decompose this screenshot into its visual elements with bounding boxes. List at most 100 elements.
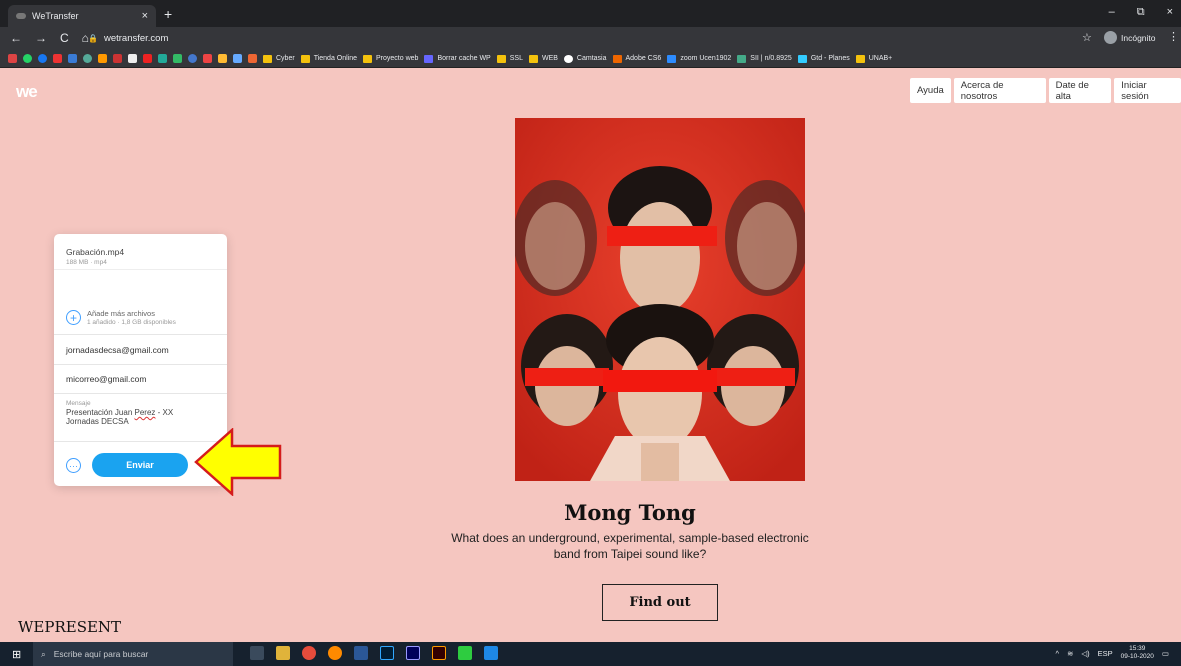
feature-subtitle: What does an underground, experimental, … — [451, 531, 809, 561]
notifications-icon[interactable]: ▭ — [1162, 649, 1169, 658]
illustrator-icon[interactable] — [432, 646, 446, 660]
camtasia-icon[interactable] — [458, 646, 472, 660]
new-tab-button[interactable]: + — [164, 6, 172, 22]
bookmark-item[interactable]: Cyber — [263, 54, 295, 63]
email-from-value: micorreo@gmail.com — [66, 374, 147, 384]
find-out-button[interactable]: Find out — [602, 584, 718, 621]
firefox-icon[interactable] — [328, 646, 342, 660]
bookmark-item[interactable]: Proyecto web — [363, 54, 418, 63]
photoshop-icon[interactable] — [380, 646, 394, 660]
tab-title: WeTransfer — [32, 11, 79, 21]
app-shortcut-icon[interactable] — [128, 54, 137, 63]
app-shortcut-icon[interactable] — [158, 54, 167, 63]
language-indicator[interactable]: ESP — [1098, 649, 1113, 658]
app-icon[interactable] — [484, 646, 498, 660]
wetransfer-logo[interactable]: we — [16, 82, 38, 102]
wetransfer-favicon-icon — [16, 13, 26, 19]
bookmark-item[interactable]: zoom Ucen1902 — [667, 54, 731, 63]
close-window-icon[interactable]: × — [1167, 6, 1173, 19]
file-explorer-icon[interactable] — [276, 646, 290, 660]
after-effects-icon[interactable] — [406, 646, 420, 660]
lock-icon: 🔒 — [88, 34, 98, 43]
app-shortcut-icon[interactable] — [248, 54, 257, 63]
add-files-button[interactable]: + Añade más archivos 1 añadido · 1,8 GB … — [66, 309, 176, 326]
email-to-field[interactable]: jornadasdecsa@gmail.com — [54, 334, 227, 364]
bookmark-item[interactable]: UNAB+ — [855, 54, 892, 63]
gmail-icon[interactable] — [8, 54, 17, 63]
divider — [54, 269, 227, 270]
app-shortcut-icon[interactable] — [188, 54, 197, 63]
system-tray: ^ ≋ ◁) ESP 15:39 09-10-2020 ▭ — [1056, 645, 1169, 661]
bookmark-icon — [667, 54, 677, 63]
folder-icon — [363, 54, 373, 63]
taskbar-apps — [250, 646, 498, 660]
bookmark-icon — [563, 54, 573, 63]
bookmark-item[interactable]: Tienda Online — [300, 54, 357, 63]
more-options-icon[interactable]: ··· — [66, 458, 81, 473]
facebook-icon[interactable] — [38, 54, 47, 63]
youtube-icon[interactable] — [53, 54, 62, 63]
reload-icon[interactable]: C — [60, 31, 69, 45]
bookmark-icon — [424, 54, 434, 63]
taskbar-search-input[interactable]: ⌕ Escribe aquí para buscar — [33, 642, 233, 666]
word-icon[interactable] — [354, 646, 368, 660]
file-meta: 188 MB · mp4 — [66, 259, 107, 266]
wepresent-logo[interactable]: WEPRESENT — [18, 618, 121, 636]
window-controls: – ⧉ × — [1109, 6, 1173, 19]
tray-chevron-icon[interactable]: ^ — [1056, 649, 1060, 658]
folder-icon — [528, 54, 538, 63]
bookmarks-bar: Cyber Tienda Online Proyecto web Borrar … — [0, 50, 1181, 68]
tab-close-icon[interactable]: × — [142, 10, 148, 22]
incognito-profile[interactable]: Incógnito — [1104, 31, 1156, 44]
url-input[interactable]: 🔒 wetransfer.com — [88, 30, 1083, 47]
add-files-meta: 1 añadido · 1,8 GB disponibles — [87, 319, 176, 326]
taskbar-clock[interactable]: 15:39 09-10-2020 — [1121, 645, 1154, 661]
browser-tab[interactable]: WeTransfer × — [8, 5, 156, 27]
whatsapp-icon[interactable] — [23, 54, 32, 63]
network-icon[interactable]: ≋ — [1067, 649, 1073, 658]
bookmark-item[interactable]: SSL — [496, 54, 523, 63]
app-shortcut-icon[interactable] — [113, 54, 122, 63]
nav-signup[interactable]: Date de alta — [1048, 78, 1112, 103]
volume-icon[interactable]: ◁) — [1081, 649, 1089, 658]
bookmark-item[interactable]: Borrar cache WP — [424, 54, 491, 63]
bookmark-item[interactable]: Adobe CS6 — [612, 54, 661, 63]
browser-menu-icon[interactable]: ⋮ — [1168, 30, 1179, 43]
bookmark-item[interactable]: WEB — [528, 54, 558, 63]
app-shortcut-icon[interactable] — [233, 54, 242, 63]
nav-about[interactable]: Acerca de nosotros — [953, 78, 1046, 103]
clock-date: 09-10-2020 — [1120, 653, 1154, 660]
bookmark-item[interactable]: Camtasia — [563, 54, 607, 63]
app-shortcut-icon[interactable] — [83, 54, 92, 63]
address-bar-row: ← → C ⌂ 🔒 wetransfer.com ☆ Incógnito ⋮ — [0, 27, 1181, 50]
back-arrow-icon[interactable]: ← — [10, 31, 22, 45]
bookmark-star-icon[interactable]: ☆ — [1082, 31, 1092, 44]
app-shortcut-icon[interactable] — [173, 54, 182, 63]
minimize-icon[interactable]: – — [1109, 6, 1115, 19]
feature-artwork-image[interactable] — [515, 118, 805, 481]
file-name: Grabación.mp4 — [66, 247, 125, 257]
folder-icon — [300, 54, 310, 63]
forward-arrow-icon[interactable]: → — [35, 31, 47, 45]
nav-help[interactable]: Ayuda — [910, 78, 951, 103]
navigation-buttons: ← → C ⌂ — [10, 31, 89, 45]
bookmark-item[interactable]: Gtd - Planes — [797, 54, 850, 63]
app-shortcut-icon[interactable] — [68, 54, 77, 63]
windows-start-icon[interactable]: ⊞ — [12, 648, 21, 661]
app-shortcut-icon[interactable] — [98, 54, 107, 63]
app-shortcut-icon[interactable] — [143, 54, 152, 63]
top-navigation: Ayuda Acerca de nosotros Date de alta In… — [910, 78, 1181, 103]
task-view-icon[interactable] — [250, 646, 264, 660]
folder-icon — [855, 54, 865, 63]
app-shortcut-icon[interactable] — [203, 54, 212, 63]
send-button[interactable]: Enviar — [92, 453, 188, 477]
bookmark-item[interactable]: SII | n/0.8925 — [737, 54, 792, 63]
nav-login[interactable]: Iniciar sesión — [1114, 78, 1181, 103]
wetransfer-page: we Ayuda Acerca de nosotros Date de alta… — [0, 68, 1181, 642]
chrome-icon[interactable] — [302, 646, 316, 660]
email-from-field[interactable]: micorreo@gmail.com — [54, 364, 227, 393]
browser-tab-strip: WeTransfer × + – ⧉ × — [0, 0, 1181, 27]
app-shortcut-icon[interactable] — [218, 54, 227, 63]
restore-icon[interactable]: ⧉ — [1137, 6, 1145, 19]
plus-circle-icon: + — [66, 310, 81, 325]
